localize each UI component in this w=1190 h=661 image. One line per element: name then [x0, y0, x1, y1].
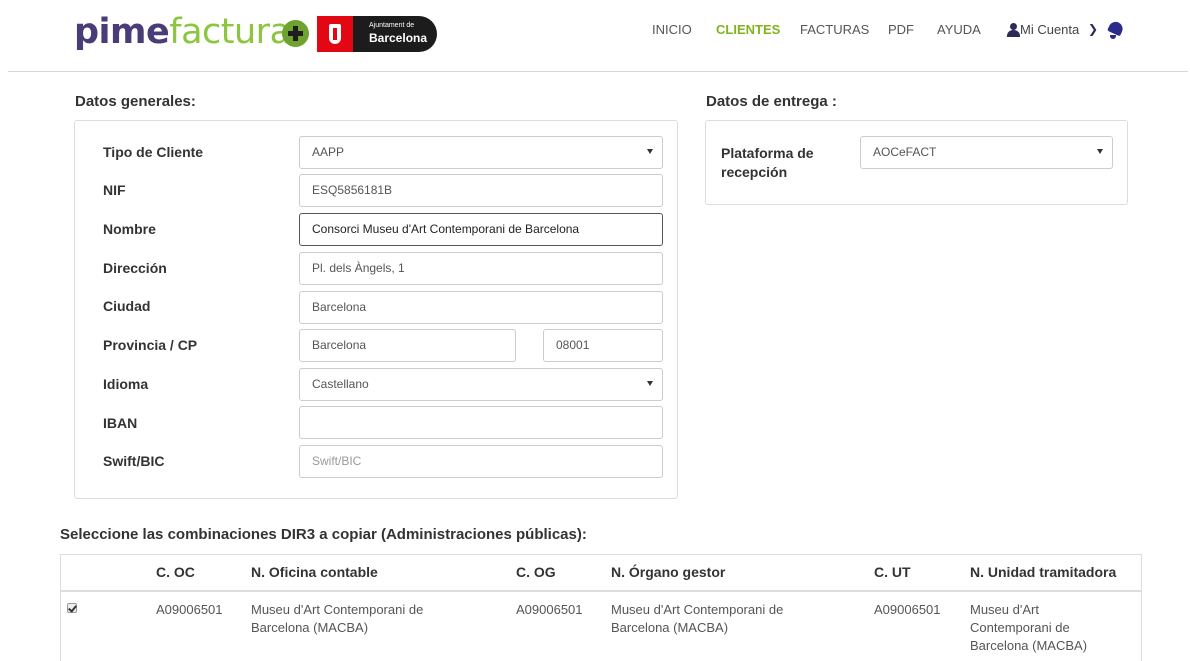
nif-label: NIF: [103, 182, 126, 198]
general-section-title: Datos generales:: [75, 93, 196, 110]
app-logo[interactable]: pimefactura: [74, 10, 291, 54]
direccion-input[interactable]: Pl. dels Àngels, 1: [299, 252, 663, 285]
nombre-label: Nombre: [103, 221, 156, 237]
nav-ayuda[interactable]: AYUDA: [937, 22, 981, 40]
tipo-cliente-value: AAPP: [312, 145, 345, 159]
idioma-value: Castellano: [312, 377, 369, 391]
cell-c-ut: A09006501: [874, 602, 941, 617]
cell-n-ut: Museu d'Art Contemporani de Barcelona (M…: [970, 602, 1088, 653]
plataforma-value: AOCeFACT: [873, 145, 937, 159]
caret-down-icon: [647, 381, 653, 386]
barcelona-emblem-icon: [317, 16, 353, 52]
plataforma-label: Plataforma de recepción: [721, 145, 814, 180]
provincia-cp-label: Provincia / CP: [103, 337, 198, 353]
cell-c-oc: A09006501: [156, 602, 223, 617]
nombre-input[interactable]: Consorci Museu d'Art Contemporani de Bar…: [299, 213, 663, 246]
partner-label-small: Ajuntament de: [369, 22, 415, 29]
logo-text-factura: factura: [169, 12, 291, 52]
app-header: pimefactura Ajuntament de Barcelona INIC…: [0, 0, 1190, 72]
tipo-cliente-label: Tipo de Cliente: [103, 144, 204, 160]
partner-label-big: Barcelona: [369, 31, 428, 45]
row-checkbox[interactable]: [67, 603, 77, 613]
cell-n-og: Museu d'Art Contemporani de Barcelona (M…: [611, 602, 784, 635]
dir3-section-title: Seleccione las combinaciones DIR3 a copi…: [60, 526, 587, 543]
nav-facturas[interactable]: FACTURAS: [800, 22, 869, 40]
table-header-divider: [60, 590, 1142, 592]
idioma-select[interactable]: Castellano: [299, 368, 663, 401]
user-icon[interactable]: [1007, 23, 1020, 37]
nif-input[interactable]: ESQ5856181B: [299, 174, 663, 207]
col-n-oficina-contable: N. Oficina contable: [251, 564, 378, 580]
nav-inicio[interactable]: INICIO: [652, 22, 692, 40]
nav-pdf[interactable]: PDF: [888, 22, 914, 40]
header-divider: [8, 71, 1188, 72]
col-n-unidad-tramitadora: N. Unidad tramitadora: [970, 564, 1117, 580]
swift-input[interactable]: Swift/BIC: [299, 445, 663, 478]
chevron-down-icon[interactable]: ❯: [1088, 22, 1098, 36]
swift-label: Swift/BIC: [103, 453, 165, 469]
cp-input[interactable]: 08001: [543, 329, 663, 362]
col-c-oc: C. OC: [156, 564, 195, 580]
plataforma-select[interactable]: AOCeFACT: [860, 136, 1113, 169]
col-n-organo-gestor: N. Órgano gestor: [611, 564, 726, 580]
plus-icon: [282, 20, 309, 47]
nav-clientes[interactable]: CLIENTES: [716, 22, 780, 40]
caret-down-icon: [1097, 149, 1103, 154]
ciudad-input[interactable]: Barcelona: [299, 291, 663, 324]
iban-label: IBAN: [103, 415, 138, 431]
tipo-cliente-select[interactable]: AAPP: [299, 136, 663, 169]
notification-bell-icon[interactable]: [1106, 20, 1126, 40]
entrega-section-title: Datos de entrega :: [706, 93, 837, 110]
ciudad-label: Ciudad: [103, 298, 151, 314]
col-c-og: C. OG: [516, 564, 556, 580]
col-c-ut: C. UT: [874, 564, 911, 580]
account-menu[interactable]: Mi Cuenta: [1020, 22, 1079, 37]
caret-down-icon: [647, 149, 653, 154]
cell-c-og: A09006501: [516, 602, 583, 617]
logo-text-pime: pime: [74, 12, 170, 52]
partner-logo: Ajuntament de Barcelona: [317, 16, 437, 52]
iban-input[interactable]: [299, 406, 663, 439]
idioma-label: Idioma: [103, 376, 149, 392]
cell-n-oc: Museu d'Art Contemporani de Barcelona (M…: [251, 602, 424, 635]
direccion-label: Dirección: [103, 260, 167, 276]
provincia-input[interactable]: Barcelona: [299, 329, 516, 362]
